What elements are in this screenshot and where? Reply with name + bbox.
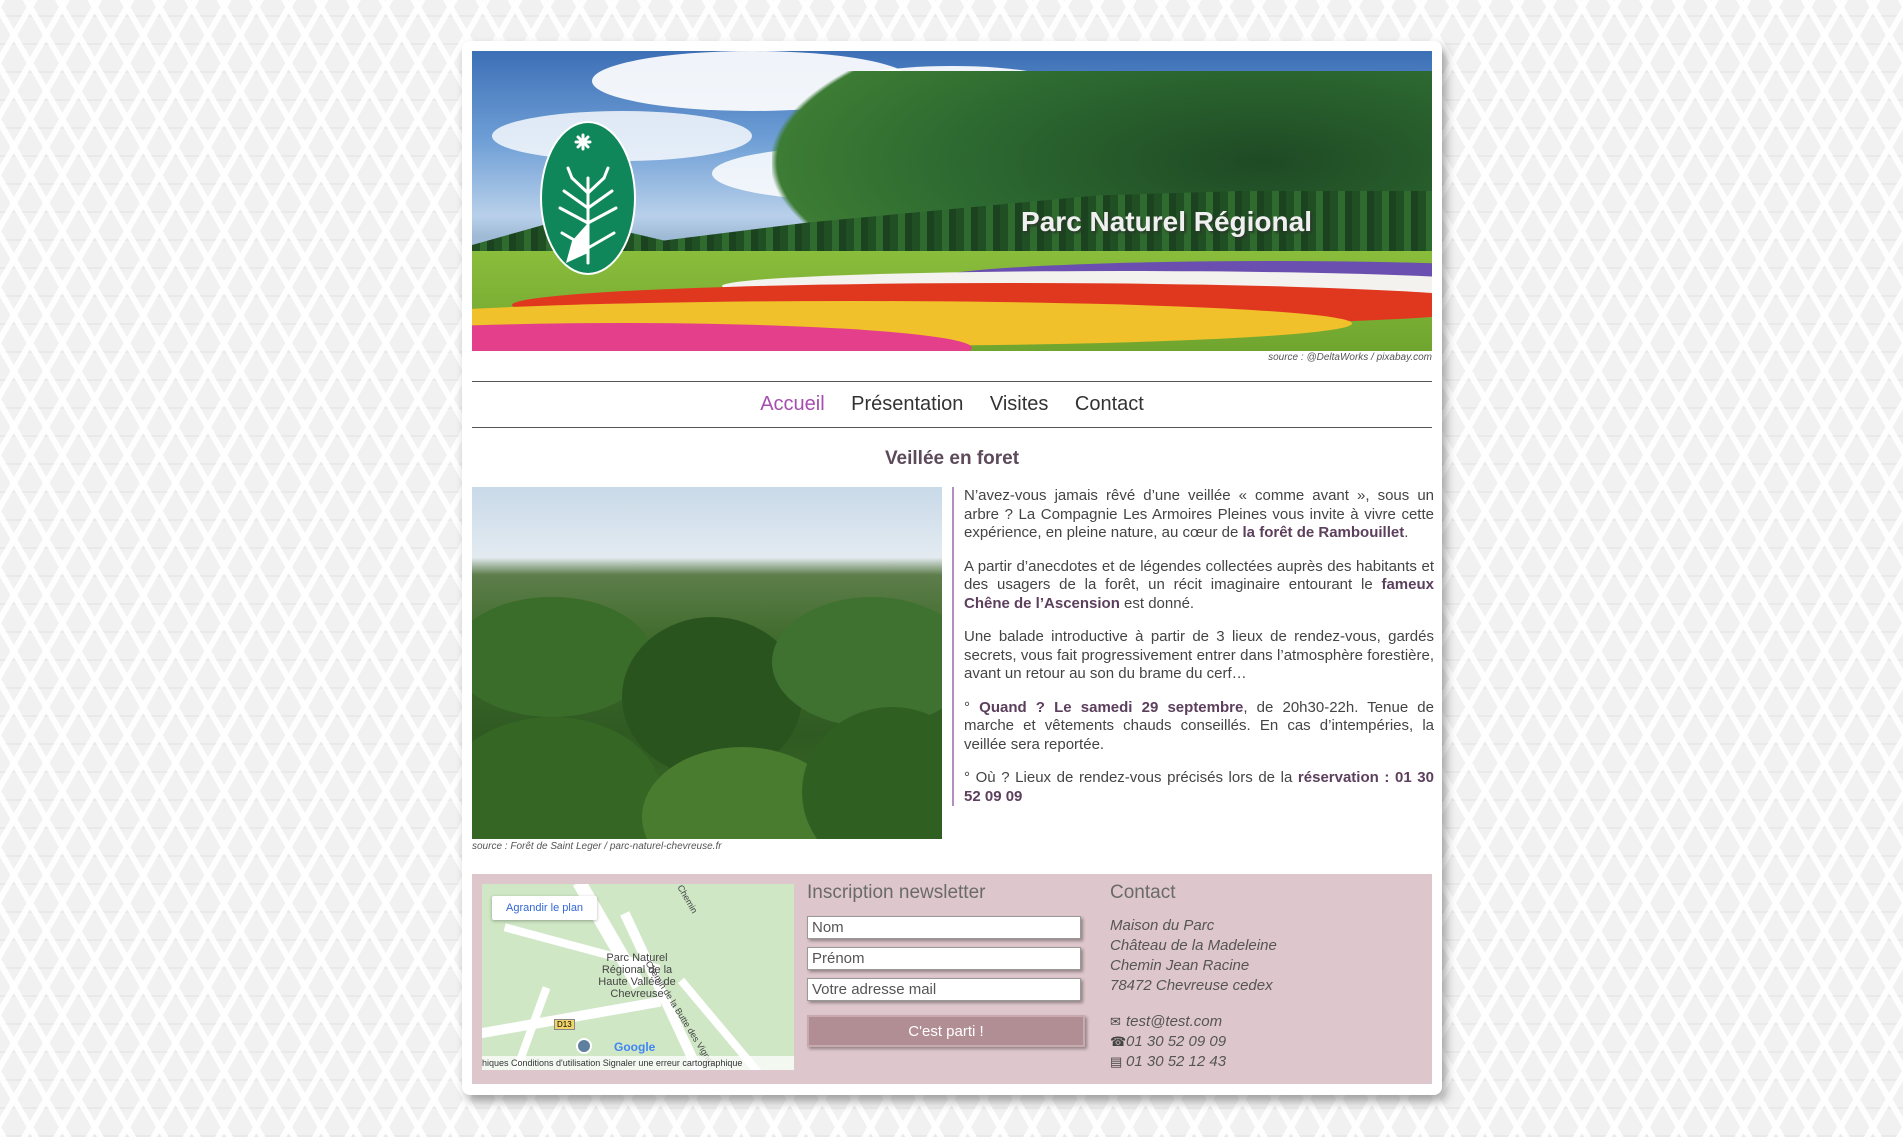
map-place-label: Parc Naturel Régional de la Haute Vallée… bbox=[598, 952, 676, 1000]
header-banner: Parc Naturel Régional bbox=[472, 51, 1432, 351]
paragraph: ° Où ? Lieux de rendez-vous précisés lor… bbox=[964, 769, 1434, 806]
road-shield: D13 bbox=[554, 1019, 575, 1030]
fax-icon: ▤ bbox=[1110, 1054, 1123, 1069]
paragraph: ° Quand ? Le samedi 29 septembre, de 20h… bbox=[964, 699, 1434, 755]
map-pin-icon bbox=[576, 1038, 592, 1054]
tree-deer-icon bbox=[558, 133, 618, 265]
map-attribution[interactable]: hiques Conditions d'utilisation Signaler… bbox=[482, 1056, 794, 1070]
forest-image bbox=[472, 487, 942, 839]
fax-number: 01 30 52 12 43 bbox=[1126, 1053, 1227, 1070]
site-title: Parc Naturel Régional bbox=[1021, 206, 1312, 237]
google-logo: Google bbox=[614, 1040, 656, 1054]
image-source-caption: source : Forêt de Saint Leger / parc-nat… bbox=[472, 841, 722, 852]
contact-phone: ☎01 30 52 09 09 bbox=[1110, 1032, 1420, 1052]
email-field[interactable] bbox=[807, 978, 1081, 1001]
contact-title: Contact bbox=[1110, 882, 1176, 903]
contact-fax: ▤ 01 30 52 12 43 bbox=[1110, 1052, 1420, 1072]
phone-icon: ☎ bbox=[1110, 1034, 1127, 1049]
main-navigation: Accueil Présentation Visites Contact bbox=[472, 381, 1432, 428]
address-line: Maison du Parc bbox=[1110, 917, 1215, 934]
article-text: N’avez-vous jamais rêvé d’une veillée « … bbox=[952, 487, 1434, 806]
newsletter-title: Inscription newsletter bbox=[807, 882, 986, 903]
enlarge-map-button[interactable]: Agrandir le plan bbox=[492, 896, 598, 920]
text: ° bbox=[964, 698, 980, 716]
footer: Agrandir le plan Chemin Chemin de la But… bbox=[472, 874, 1432, 1084]
map-road-label: Chemin bbox=[675, 884, 700, 915]
banner-source-caption: source : @DeltaWorks / pixabay.com bbox=[1268, 352, 1432, 363]
tree-canopy bbox=[802, 707, 942, 839]
paragraph: Une balade introductive à partir de 3 li… bbox=[964, 628, 1434, 682]
text: . bbox=[1404, 524, 1409, 541]
embedded-map[interactable]: Agrandir le plan Chemin Chemin de la But… bbox=[482, 884, 794, 1070]
phone-number: 01 30 52 09 09 bbox=[1126, 1033, 1227, 1050]
text: A partir d’anecdotes et de légendes coll… bbox=[964, 557, 1434, 594]
address-line: Château de la Madeleine bbox=[1110, 937, 1277, 954]
newsletter-form: Inscription newsletter C'est parti ! bbox=[807, 882, 1087, 1047]
bold-text: la forêt de Rambouillet bbox=[1242, 524, 1405, 541]
paragraph: A partir d’anecdotes et de légendes coll… bbox=[964, 558, 1434, 614]
submit-button[interactable]: C'est parti ! bbox=[807, 1015, 1085, 1047]
envelope-icon: ✉ bbox=[1110, 1014, 1121, 1029]
address-line: Chemin Jean Racine bbox=[1110, 957, 1250, 974]
text: ° Où ? Lieux de rendez-vous précisés lor… bbox=[964, 769, 1298, 786]
park-logo bbox=[540, 121, 636, 275]
bold-text: Quand ? Le samedi 29 septembre bbox=[979, 698, 1244, 716]
nav-item-accueil[interactable]: Accueil bbox=[760, 393, 824, 415]
contact-block: Contact Maison du Parc Château de la Mad… bbox=[1110, 882, 1420, 1072]
nav-item-contact[interactable]: Contact bbox=[1075, 393, 1144, 415]
address: Maison du Parc Château de la Madeleine C… bbox=[1110, 916, 1420, 996]
email-link[interactable]: test@test.com bbox=[1126, 1013, 1222, 1030]
page-container: Parc Naturel Régional source : @DeltaWor… bbox=[462, 41, 1442, 1095]
nav-item-presentation[interactable]: Présentation bbox=[851, 393, 963, 415]
article-title: Veillée en foret bbox=[884, 448, 1020, 469]
nom-field[interactable] bbox=[807, 916, 1081, 939]
text: est donné. bbox=[1119, 594, 1195, 612]
address-line: 78472 Chevreuse cedex bbox=[1110, 977, 1273, 994]
prenom-field[interactable] bbox=[807, 947, 1081, 970]
nav-item-visites[interactable]: Visites bbox=[990, 393, 1049, 415]
contact-email: ✉ test@test.com bbox=[1110, 1012, 1420, 1032]
paragraph: N’avez-vous jamais rêvé d’une veillée « … bbox=[964, 487, 1434, 543]
